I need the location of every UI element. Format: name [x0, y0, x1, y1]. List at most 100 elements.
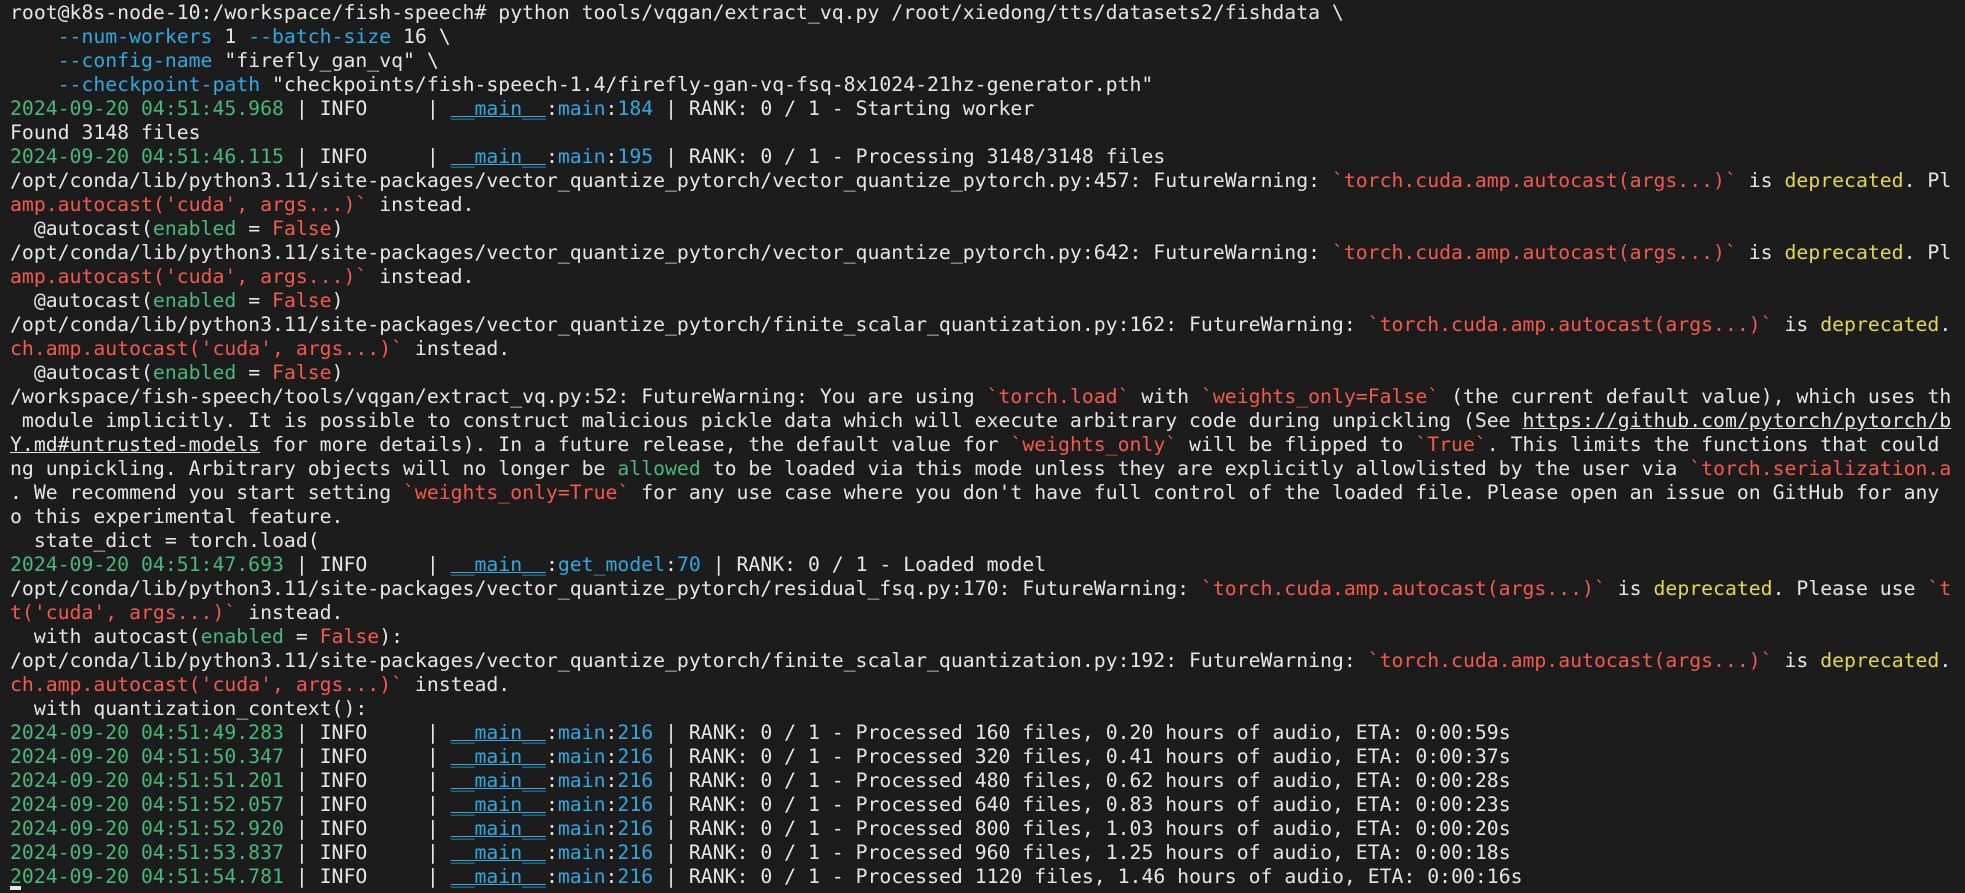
log-source: 216 [617, 793, 654, 816]
log-source: 216 [617, 769, 654, 792]
hyperlink[interactable]: https://github.com/pytorch/pytorch/b [1522, 409, 1951, 432]
log-timestamp: 2024-09-20 04:51:53.837 [10, 841, 284, 864]
terminal-line: /opt/conda/lib/python3.11/site-packages/… [10, 577, 1965, 601]
log-source: __main__ [450, 97, 546, 120]
output-text: | INFO | [283, 721, 451, 744]
terminal-line: Y.md#untrusted-models for more details).… [10, 433, 1965, 457]
code-highlight: False [272, 217, 332, 240]
code-highlight: t('cuda', args...)` [10, 601, 237, 624]
output-text: | RANK: 0 / 1 - Processed 320 files, 0.4… [653, 745, 1511, 768]
output-text: | RANK: 0 / 1 - Processed 1120 files, 1.… [653, 865, 1523, 888]
output-text: with quantization_context(): [10, 697, 368, 720]
output-text: for any use case where you don't have fu… [629, 481, 1940, 504]
terminal-line: state_dict = torch.load( [10, 529, 1965, 553]
output-text: enabled [152, 289, 237, 312]
output-text: @autocast( [10, 217, 153, 240]
output-text: is [1605, 577, 1654, 600]
terminal-line: /opt/conda/lib/python3.11/site-packages/… [10, 241, 1965, 265]
terminal-line: ng unpickling. Arbitrary objects will no… [10, 457, 1965, 481]
code-highlight: `torch.cuda.amp.autocast(args...)` [1367, 649, 1773, 672]
output-text: "firefly_gan_vq" \ [212, 49, 439, 72]
output-text: 1 [212, 25, 249, 48]
output-text: enabled [152, 217, 237, 240]
code-highlight: amp.autocast('cuda', args...)` [10, 265, 368, 288]
log-source: --batch-size [248, 25, 392, 48]
output-text: /opt/conda/lib/python3.11/site-packages/… [10, 313, 1368, 336]
terminal-line: --checkpoint-path "checkpoints/fish-spee… [10, 73, 1965, 97]
output-text: module implicitly. It is possible to con… [10, 409, 1523, 432]
output-text: = [236, 289, 273, 312]
code-highlight: amp.autocast('cuda', args...)` [10, 193, 368, 216]
log-timestamp: 2024-09-20 04:51:52.920 [10, 817, 284, 840]
output-text: is [1736, 169, 1785, 192]
output-text: : [605, 145, 618, 168]
log-timestamp: 2024-09-20 04:51:47.693 [10, 553, 284, 576]
terminal-line: @autocast(enabled = False) [10, 217, 1965, 241]
terminal-line: o this experimental feature. [10, 505, 1965, 529]
log-source: 216 [617, 745, 654, 768]
terminal-line: 2024-09-20 04:51:51.201 | INFO | __main_… [10, 769, 1965, 793]
log-timestamp: 2024-09-20 04:51:49.283 [10, 721, 284, 744]
code-highlight: `weights_only=False` [1200, 385, 1440, 408]
output-text: : [605, 817, 618, 840]
terminal-line: ch.amp.autocast('cuda', args...)` instea… [10, 673, 1965, 697]
output-text: o this experimental feature. [10, 505, 344, 528]
terminal-line: /opt/conda/lib/python3.11/site-packages/… [10, 649, 1965, 673]
output-text: is [1772, 649, 1821, 672]
output-text: = [236, 217, 273, 240]
code-highlight: `True` [1415, 433, 1487, 456]
code-highlight: `torch.cuda.amp.autocast(args...)` [1331, 241, 1737, 264]
output-text: ng unpickling. Arbitrary objects will no… [10, 457, 618, 480]
log-source: __main__ [450, 793, 546, 816]
log-timestamp: 2024-09-20 04:51:46.115 [10, 145, 284, 168]
output-text: . Pl [1903, 241, 1952, 264]
log-source: 216 [617, 817, 654, 840]
terminal-line: amp.autocast('cuda', args...)` instead. [10, 193, 1965, 217]
output-text: | INFO | [283, 793, 451, 816]
hyperlink[interactable]: Y.md#untrusted-models [10, 433, 260, 456]
output-text: : [605, 769, 618, 792]
output-text: : [605, 793, 618, 816]
output-text: | INFO | [283, 97, 451, 120]
terminal-line: t('cuda', args...)` instead. [10, 601, 1965, 625]
log-timestamp: 2024-09-20 04:51:51.201 [10, 769, 284, 792]
code-highlight: `torch.load` [986, 385, 1130, 408]
log-source: __main__ [450, 553, 546, 576]
output-text: : [545, 553, 558, 576]
log-source: __main__ [450, 145, 546, 168]
output-text: | RANK: 0 / 1 - Processing 3148/3148 fil… [653, 145, 1166, 168]
output-text: | INFO | [283, 841, 451, 864]
log-source: 184 [617, 97, 654, 120]
log-source: __main__ [450, 865, 546, 888]
output-text: = [236, 361, 273, 384]
log-source: __main__ [450, 817, 546, 840]
output-text: ): [379, 625, 404, 648]
output-text: . [1939, 649, 1952, 672]
terminal-line: 2024-09-20 04:51:49.283 | INFO | __main_… [10, 721, 1965, 745]
code-highlight: ch.amp.autocast('cuda', args...)` [10, 337, 404, 360]
output-text: : [605, 841, 618, 864]
terminal-line: . We recommend you start setting `weight… [10, 481, 1965, 505]
output-text: : [545, 793, 558, 816]
log-source: main [557, 721, 606, 744]
terminal-line: 2024-09-20 04:51:54.781 | INFO | __main_… [10, 865, 1965, 889]
output-text: /opt/conda/lib/python3.11/site-packages/… [10, 241, 1332, 264]
terminal-line: root@k8s-node-10:/workspace/fish-speech#… [10, 1, 1965, 25]
output-text: | INFO | [283, 865, 451, 888]
terminal-line: /opt/conda/lib/python3.11/site-packages/… [10, 169, 1965, 193]
code-highlight: `torch.cuda.amp.autocast(args...)` [1200, 577, 1606, 600]
warning-keyword: deprecated [1820, 649, 1940, 672]
log-source: --config-name [57, 49, 213, 72]
log-source: 70 [676, 553, 701, 576]
output-text: : [545, 865, 558, 888]
code-highlight: False [319, 625, 380, 648]
output-text: instead. [236, 601, 344, 624]
log-source: 216 [617, 865, 654, 888]
terminal-line: /workspace/fish-speech/tools/vqgan/extra… [10, 385, 1965, 409]
output-text: | INFO | [283, 553, 451, 576]
code-highlight: `t [1927, 577, 1952, 600]
terminal-line: --config-name "firefly_gan_vq" \ [10, 49, 1965, 73]
log-source: 216 [617, 721, 654, 744]
terminal-window[interactable]: root@k8s-node-10:/workspace/fish-speech#… [0, 0, 1965, 893]
output-text: state_dict = torch.load( [10, 529, 320, 552]
